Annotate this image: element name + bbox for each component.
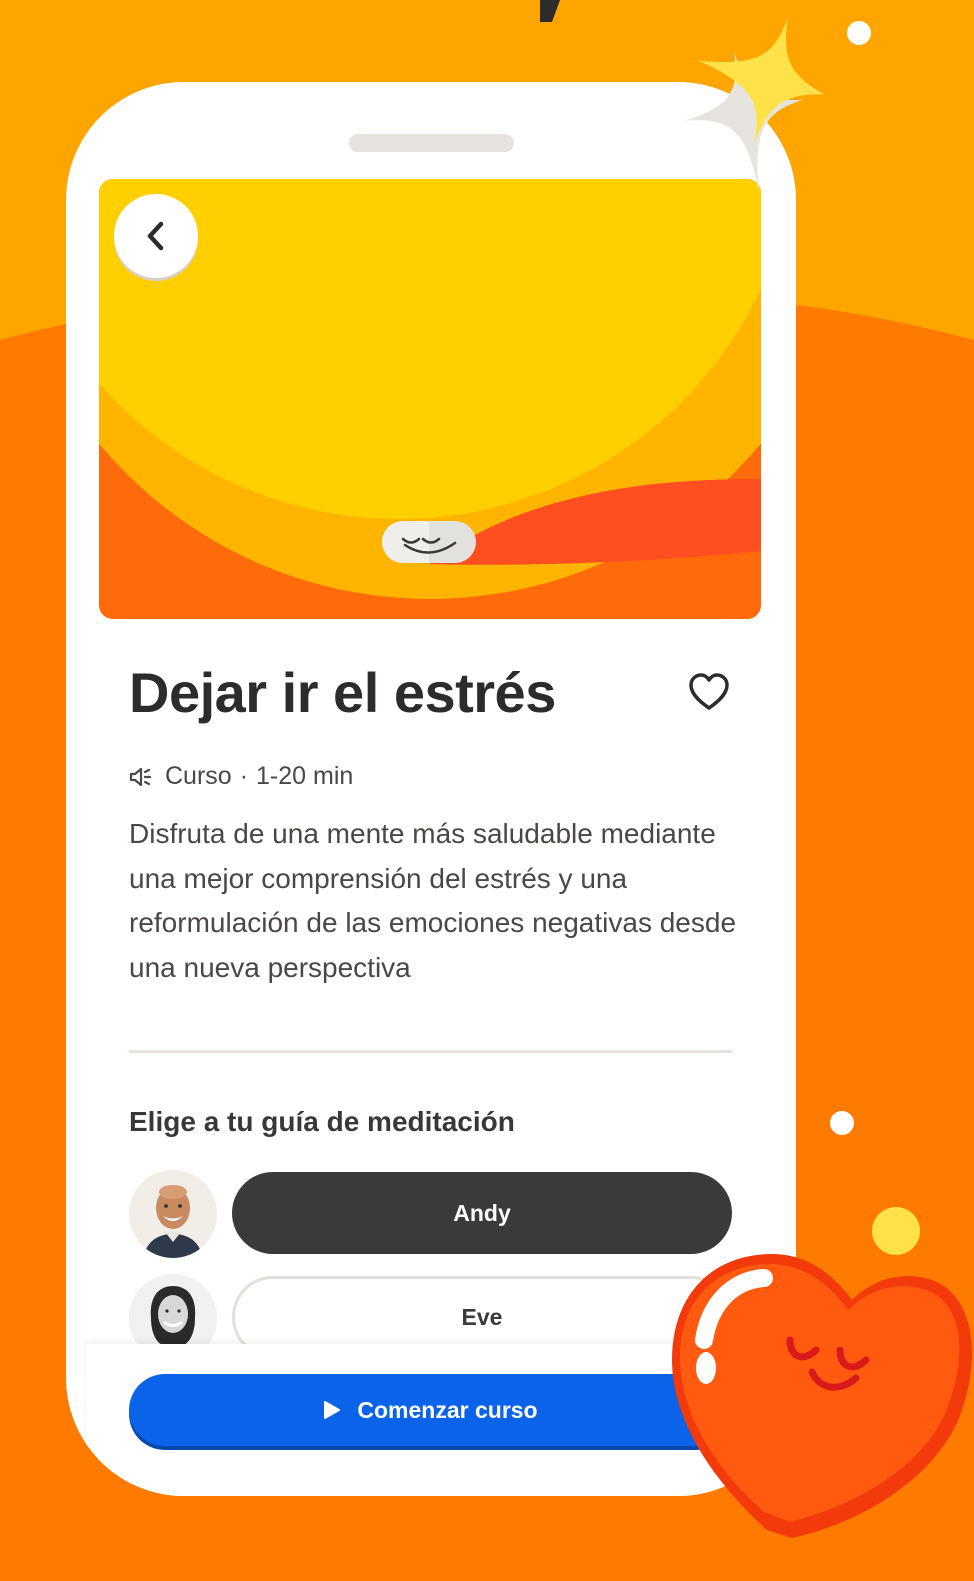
course-hero-illustration xyxy=(99,179,761,619)
avatar-andy xyxy=(129,1170,217,1258)
heart-outline-icon[interactable] xyxy=(688,672,730,712)
divider xyxy=(129,1050,732,1053)
sparkle-icon xyxy=(685,17,825,194)
back-button[interactable] xyxy=(114,194,198,278)
headspace-smile-icon xyxy=(382,521,476,563)
speaker-icon xyxy=(129,767,152,786)
decor-dot-top xyxy=(847,21,871,45)
heart-character-icon xyxy=(672,1254,972,1538)
course-description: Disfruta de una mente más saludable medi… xyxy=(129,818,737,983)
course-type: Curso xyxy=(165,762,232,790)
course-meta: Curso · 1-20 min xyxy=(129,762,353,791)
back-chevron-icon xyxy=(147,221,164,251)
meta-separator: · xyxy=(239,762,249,790)
start-course-button[interactable]: Comenzar curso xyxy=(129,1374,732,1446)
guide-option-andy: Andy xyxy=(129,1170,732,1258)
course-duration: 1-20 min xyxy=(256,762,354,790)
start-course-label: Comenzar curso xyxy=(357,1396,538,1423)
phone-notch xyxy=(349,134,514,152)
guide-button-andy[interactable]: Andy xyxy=(232,1172,732,1254)
decor-dot-yellow xyxy=(872,1207,920,1255)
course-title: Dejar ir el estrés xyxy=(129,661,556,724)
app-screen: Dejar ir el estrés Curso · 1-20 min Disf… xyxy=(0,0,974,1581)
decor-dot-right xyxy=(830,1111,854,1135)
guide-section-title: Elige a tu guía de meditación xyxy=(129,1106,515,1137)
play-icon xyxy=(324,1401,341,1419)
